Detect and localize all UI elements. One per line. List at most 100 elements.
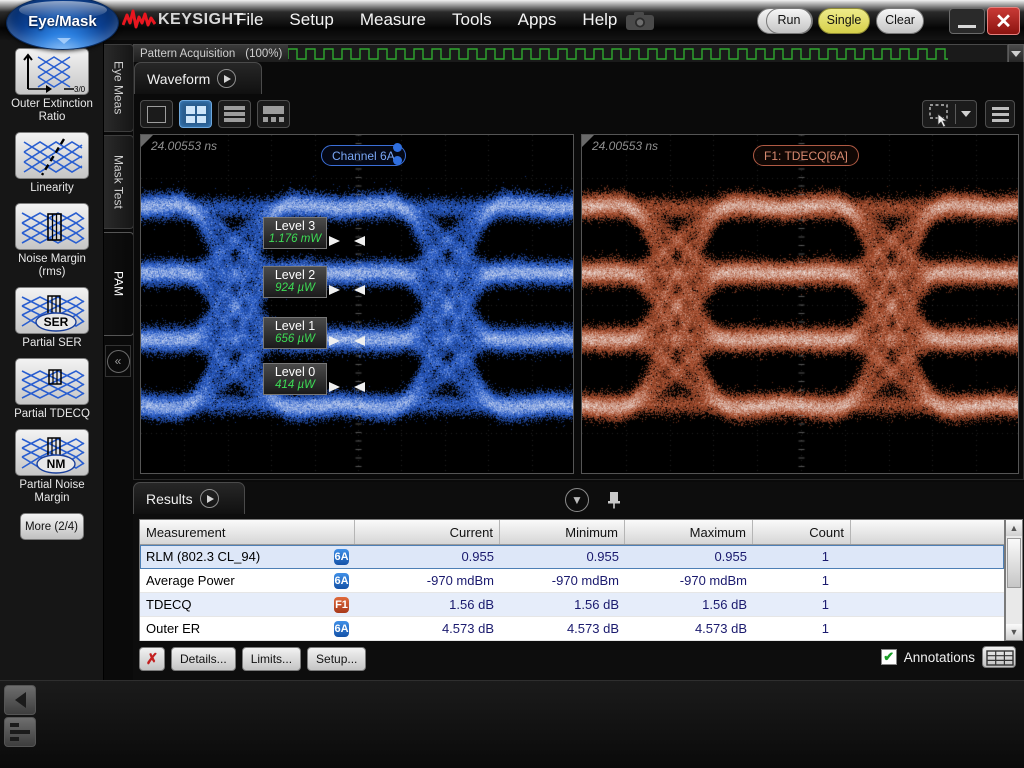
level-arrow-right-3 bbox=[354, 236, 365, 246]
scrollbar-thumb[interactable] bbox=[1007, 538, 1021, 588]
table-row[interactable]: TDECQ F1 1.56 dB 1.56 dB 1.56 dB 1 bbox=[140, 593, 1004, 617]
menu-bar: KEYSIGHT File Setup Measure Tools Apps H… bbox=[0, 0, 1024, 40]
run-button[interactable]: Run bbox=[766, 8, 812, 34]
sidebar-item-partial-ser[interactable]: SER Partial SER bbox=[0, 279, 104, 350]
sidebar-item-noise-margin-rms[interactable]: Noise Margin (rms) bbox=[0, 195, 104, 279]
collapse-sidebar-button[interactable]: « bbox=[105, 345, 131, 377]
table-row[interactable]: Average Power 6A -970 mdBm -970 mdBm -97… bbox=[140, 569, 1004, 593]
column-maximum[interactable]: Maximum bbox=[625, 520, 753, 544]
menu-item-help[interactable]: Help bbox=[582, 10, 617, 30]
column-current[interactable]: Current bbox=[355, 520, 500, 544]
level-marker-0[interactable]: Level 0 414 µW bbox=[263, 363, 327, 395]
level-marker-1[interactable]: Level 1 656 µW bbox=[263, 317, 327, 349]
keysight-logo-icon bbox=[122, 9, 156, 31]
grid-view-button[interactable] bbox=[4, 717, 36, 747]
tab-pam[interactable]: PAM bbox=[104, 232, 134, 336]
annotations-checkbox[interactable]: ✔ bbox=[881, 649, 897, 665]
pattern-acquisition-bar: Pattern Acquisition (100%) bbox=[133, 44, 1008, 64]
scroll-up-icon[interactable]: ▲ bbox=[1006, 520, 1022, 536]
tab-label: Mask Test bbox=[112, 155, 126, 209]
tab-results[interactable]: Results bbox=[133, 482, 245, 514]
selection-tool-dropdown[interactable] bbox=[956, 100, 976, 128]
measurement-sidebar: 3/0 Outer Extinction Ratio Linearity Noi… bbox=[0, 40, 104, 680]
menu-item-measure[interactable]: Measure bbox=[360, 10, 426, 30]
eye-diagram-canvas bbox=[141, 135, 574, 474]
source-label-f1-tdecq[interactable]: F1: TDECQ[6A] bbox=[753, 145, 859, 166]
cell-minimum: -970 mdBm bbox=[500, 573, 625, 588]
sidebar-item-outer-extinction-ratio[interactable]: 3/0 Outer Extinction Ratio bbox=[0, 40, 104, 124]
level-arrow-right-1 bbox=[354, 336, 365, 346]
pattern-waveform-strip bbox=[288, 45, 1007, 63]
waveform-tools bbox=[922, 100, 1015, 128]
eye-diagram-canvas bbox=[582, 135, 1019, 474]
bottom-nav-group bbox=[4, 685, 36, 747]
minimize-button[interactable] bbox=[949, 8, 985, 34]
chevron-double-left-icon: « bbox=[107, 350, 130, 373]
source-handle-dots[interactable] bbox=[393, 143, 402, 169]
pattern-bar-dropdown[interactable] bbox=[1008, 44, 1024, 64]
eye-diagram-channel-6a[interactable]: 24.00553 ns Channel 6A Level 3 1.176 mW … bbox=[140, 134, 574, 474]
layout-quad-button[interactable] bbox=[179, 100, 212, 128]
tab-eye-meas[interactable]: Eye Meas bbox=[104, 44, 134, 132]
expand-results-icon[interactable]: ▼ bbox=[565, 488, 589, 512]
oscilloscope-app: KEYSIGHT File Setup Measure Tools Apps H… bbox=[0, 0, 1024, 768]
tab-waveform[interactable]: Waveform bbox=[134, 62, 262, 94]
play-icon[interactable] bbox=[217, 69, 236, 88]
sidebar-item-label: Linearity bbox=[0, 182, 104, 195]
waveform-menu-icon[interactable] bbox=[985, 100, 1015, 128]
sidebar-item-partial-tdecq[interactable]: Partial TDECQ bbox=[0, 350, 104, 421]
clear-results-button[interactable]: ✗ bbox=[139, 647, 165, 671]
pattern-acquisition-label: Pattern Acquisition bbox=[134, 48, 235, 60]
menu-item-setup[interactable]: Setup bbox=[289, 10, 333, 30]
cell-count: 1 bbox=[753, 621, 835, 636]
column-measurement[interactable]: Measurement bbox=[140, 520, 355, 544]
column-count[interactable]: Count bbox=[753, 520, 851, 544]
svg-text:NM: NM bbox=[47, 457, 66, 471]
single-button[interactable]: Single bbox=[818, 8, 870, 34]
layout-rows-button[interactable] bbox=[218, 100, 251, 128]
details-button[interactable]: Details... bbox=[171, 647, 236, 671]
level-marker-3[interactable]: Level 3 1.176 mW bbox=[263, 217, 327, 249]
tab-mask-test[interactable]: Mask Test bbox=[104, 135, 134, 229]
column-spacer bbox=[851, 520, 1004, 544]
source-chip: 6A bbox=[334, 621, 349, 637]
level-name: Level 2 bbox=[264, 268, 326, 282]
table-row[interactable]: Outer ER 6A 4.573 dB 4.573 dB 4.573 dB 1 bbox=[140, 617, 1004, 641]
rect-select-icon[interactable] bbox=[923, 100, 955, 128]
cell-minimum: 1.56 dB bbox=[500, 597, 625, 612]
eye-diagram-f1-tdecq[interactable]: 24.00553 ns F1: TDECQ[6A] bbox=[581, 134, 1019, 474]
table-row[interactable]: RLM (802.3 CL_94) 6A 0.955 0.955 0.955 1 bbox=[140, 545, 1004, 569]
results-table: Measurement Current Minimum Maximum Coun… bbox=[139, 519, 1005, 641]
results-table-header: Measurement Current Minimum Maximum Coun… bbox=[140, 520, 1004, 545]
sidebar-more-button[interactable]: More (2/4) bbox=[20, 513, 84, 540]
cell-count: 1 bbox=[753, 597, 835, 612]
sidebar-item-partial-noise-margin[interactable]: NM Partial Noise Margin bbox=[0, 421, 104, 505]
limits-button[interactable]: Limits... bbox=[242, 647, 301, 671]
close-button[interactable]: ✕ bbox=[987, 7, 1020, 35]
layout-mixed-button[interactable] bbox=[257, 100, 290, 128]
table-view-icon[interactable] bbox=[982, 646, 1016, 668]
pattern-acquisition-percent: (100%) bbox=[235, 48, 282, 60]
cell-minimum: 4.573 dB bbox=[500, 621, 625, 636]
waveform-panel: Waveform 24.00553 ns Channel 6A Level 3 … bbox=[133, 62, 1024, 480]
level-marker-2[interactable]: Level 2 924 µW bbox=[263, 266, 327, 298]
sidebar-item-label: Partial TDECQ bbox=[0, 408, 104, 421]
previous-page-button[interactable] bbox=[4, 685, 36, 715]
setup-button[interactable]: Setup... bbox=[307, 647, 366, 671]
clear-button[interactable]: Clear bbox=[876, 8, 924, 34]
level-value: 414 µW bbox=[264, 379, 326, 392]
play-icon[interactable] bbox=[200, 489, 219, 508]
menu-item-apps[interactable]: Apps bbox=[518, 10, 557, 30]
scroll-down-icon[interactable]: ▼ bbox=[1006, 624, 1022, 640]
column-minimum[interactable]: Minimum bbox=[500, 520, 625, 544]
partial-ser-icon: SER bbox=[15, 287, 89, 334]
cell-current: 1.56 dB bbox=[355, 597, 500, 612]
waveform-tab-label: Waveform bbox=[147, 71, 210, 87]
results-scrollbar[interactable]: ▲ ▼ bbox=[1005, 519, 1023, 641]
layout-single-button[interactable] bbox=[140, 100, 173, 128]
menu-item-file[interactable]: File bbox=[236, 10, 263, 30]
pin-icon[interactable] bbox=[603, 489, 625, 511]
menu-item-tools[interactable]: Tools bbox=[452, 10, 492, 30]
screenshot-camera-icon[interactable] bbox=[625, 11, 655, 31]
sidebar-item-linearity[interactable]: Linearity bbox=[0, 124, 104, 195]
